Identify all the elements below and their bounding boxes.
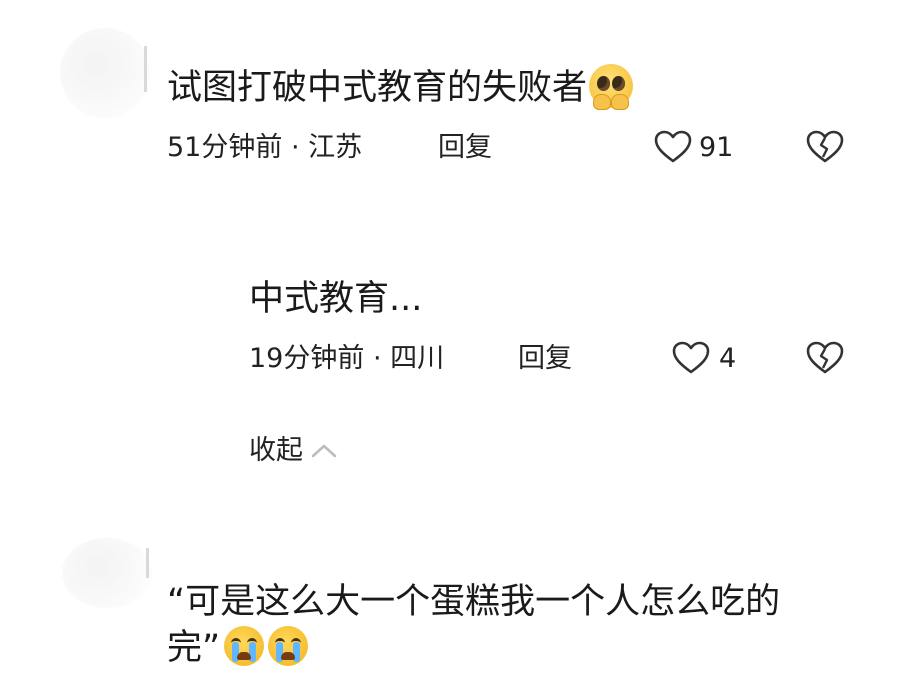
collapse-label: 收起 bbox=[249, 435, 303, 466]
reply-text: 中式教育... bbox=[249, 279, 423, 319]
broken-heart-icon bbox=[806, 130, 844, 163]
reply-time: 19分钟前 bbox=[249, 343, 365, 374]
reply-location: 四川 bbox=[390, 343, 445, 374]
comment-text-line-2: 完” bbox=[167, 626, 309, 670]
like-button[interactable] bbox=[652, 127, 694, 167]
comment-text-content: 试图打破中式教育的失败者 bbox=[167, 68, 588, 108]
reply-button[interactable]: 回复 bbox=[438, 131, 492, 165]
reply-meta: 19分钟前 · 四川 bbox=[249, 342, 444, 376]
avatar-edge bbox=[146, 548, 149, 578]
reply-reply-button[interactable]: 回复 bbox=[518, 342, 572, 376]
loudly-crying-face-icon bbox=[268, 626, 309, 666]
comment-text: 试图打破中式教育的失败者 bbox=[167, 64, 634, 111]
reply-dislike-button[interactable] bbox=[804, 338, 846, 378]
heart-outline-icon bbox=[672, 341, 710, 374]
like-count: 91 bbox=[699, 132, 734, 163]
loudly-crying-face-icon bbox=[224, 626, 265, 666]
meta-separator: · bbox=[290, 132, 300, 163]
comment-meta: 51分钟前 · 江苏 bbox=[167, 131, 362, 165]
meta-separator: · bbox=[372, 343, 382, 374]
comment-location: 江苏 bbox=[308, 132, 363, 163]
comment-text-line-1: “可是这么大一个蛋糕我一个人怎么吃的 bbox=[167, 582, 781, 622]
dislike-button[interactable] bbox=[804, 127, 846, 167]
comment-text-content: 完” bbox=[167, 628, 221, 668]
avatar-edge bbox=[144, 46, 147, 92]
heart-outline-icon bbox=[654, 130, 692, 163]
reply-like-button[interactable] bbox=[670, 338, 712, 378]
comment-time: 51分钟前 bbox=[167, 132, 283, 163]
avatar[interactable] bbox=[60, 28, 150, 118]
pleading-face-icon bbox=[589, 64, 634, 110]
avatar[interactable] bbox=[62, 538, 152, 608]
reply-like-count: 4 bbox=[719, 343, 737, 374]
chevron-up-icon bbox=[311, 444, 337, 458]
collapse-button[interactable]: 收起 bbox=[249, 434, 339, 468]
broken-heart-icon bbox=[806, 341, 844, 374]
